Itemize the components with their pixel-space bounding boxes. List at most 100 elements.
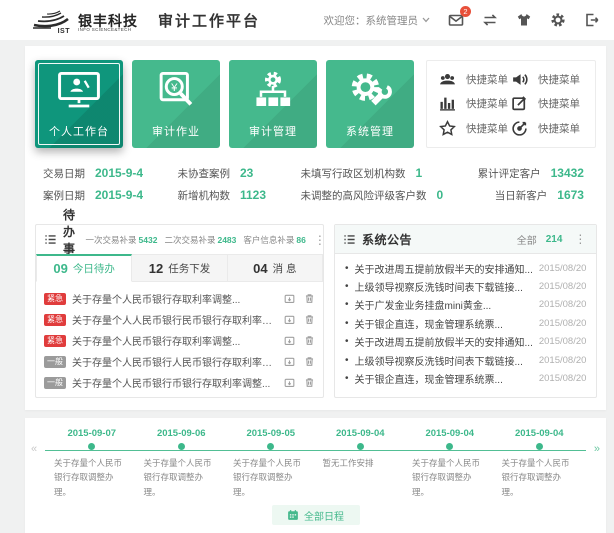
more-options-icon[interactable]: ⋮ <box>572 232 588 246</box>
event-text: 暂无工作安排 <box>323 456 399 470</box>
user-menu[interactable]: 欢迎您：系统管理员 <box>324 13 431 28</box>
todo-item-text[interactable]: 关于存量个人民币银行币银行存取利率调整... <box>72 375 278 390</box>
notice-item-text[interactable]: 关于广发金业务挂盘mini黄金... <box>355 297 533 312</box>
notice-item-date: 2015/08/20 <box>539 263 587 274</box>
todo-item-text[interactable]: 关于存量个人人民币银行民币银行存取利率调整... <box>72 312 278 327</box>
brand-logo: IST 银丰科技 INFO SCIENCE&TECH 审计工作平台 <box>30 7 260 33</box>
quick-menu-label: 快捷菜单 <box>466 121 508 136</box>
tile-audit-management[interactable]: 审计管理 <box>229 60 317 148</box>
bar-chart-icon <box>439 95 456 112</box>
quick-menu-item-users[interactable]: 快捷菜单 <box>439 71 511 88</box>
stat-group-cases: 未协查案例23 新增机构数1123 <box>177 166 266 210</box>
notice-item[interactable]: • 关于改进周五提前放假半天的安排通知... 2015/08/20 <box>345 259 586 277</box>
tile-system-management[interactable]: 系统管理 <box>326 60 414 148</box>
stat-value: 1123 <box>240 188 266 202</box>
quick-menu-item-speaker[interactable]: 快捷菜单 <box>511 71 583 88</box>
archive-icon[interactable] <box>284 293 295 304</box>
archive-icon[interactable] <box>284 314 295 325</box>
tile-audit-job[interactable]: ¥ 审计作业 <box>132 60 220 148</box>
archive-icon[interactable] <box>284 377 295 388</box>
edit-pencil-icon <box>511 95 528 112</box>
timeline-event[interactable]: 2015-09-04 关于存量个人民币银行存取调整办理。 <box>495 428 585 499</box>
stat-label: 新增机构数 <box>177 188 230 203</box>
timeline-event[interactable]: 2015-09-04 暂无工作安排 <box>316 428 406 499</box>
tile-label: 个人工作台 <box>35 123 123 139</box>
counter-secondary-entry[interactable]: 二次交易补录2483 <box>164 234 236 246</box>
tab-today-todo[interactable]: 09 今日待办 <box>36 254 132 282</box>
trash-icon[interactable] <box>304 335 315 346</box>
todo-item-text[interactable]: 关于存量个人民币银行人民币银行存取利率调整... <box>72 354 278 369</box>
swap-icon[interactable] <box>482 12 498 28</box>
todo-item[interactable]: 紧急 关于存量个人人民币银行民币银行存取利率调整... <box>44 309 315 330</box>
timeline-next-arrow[interactable]: » <box>594 443 600 455</box>
bullet-icon: • <box>345 336 349 347</box>
top-header: IST 银丰科技 INFO SCIENCE&TECH 审计工作平台 欢迎您：系统… <box>0 0 614 40</box>
trash-icon[interactable] <box>304 314 315 325</box>
timeline-event[interactable]: 2015-09-06 关于存量个人民币银行存取调整办理。 <box>137 428 227 499</box>
notice-item-text[interactable]: 关于改进周五提前放假半天的安排通知... <box>355 334 533 349</box>
timeline-line <box>45 450 586 451</box>
all-schedule-button[interactable]: 全部日程 <box>272 505 360 525</box>
event-text: 关于存量个人民币银行存取调整办理。 <box>144 456 220 499</box>
notice-item-text[interactable]: 上级领导视察反洗钱时间表下载链接... <box>355 279 533 294</box>
todo-item[interactable]: 一般 关于存量个人民币银行人民币银行存取利率调整... <box>44 351 315 372</box>
counter-customer-info[interactable]: 客户信息补录86 <box>243 234 305 246</box>
logout-icon[interactable] <box>584 12 600 28</box>
quick-menu-item-edit[interactable]: 快捷菜单 <box>511 95 583 112</box>
notice-item[interactable]: • 上级领导视察反洗钱时间表下载链接... 2015/08/20 <box>345 351 586 369</box>
all-notices-link[interactable]: 全部 <box>517 232 537 247</box>
priority-badge: 紧急 <box>44 335 66 347</box>
gear-wrench-icon <box>346 70 394 118</box>
stat-group-customers: 累计评定客户13432 当日新客户1673 <box>478 166 584 210</box>
stat-label: 未填写行政区划机构数 <box>300 166 405 181</box>
all-schedule-label: 全部日程 <box>304 508 344 523</box>
todo-item[interactable]: 紧急 关于存量个人民币银行存取利率调整... <box>44 288 315 309</box>
settings-gear-icon[interactable] <box>550 12 566 28</box>
tab-task-dispatch[interactable]: 12 任务下发 <box>132 254 227 282</box>
archive-icon[interactable] <box>284 335 295 346</box>
quick-menu-item-chart[interactable]: 快捷菜单 <box>439 95 511 112</box>
todo-item[interactable]: 一般 关于存量个人民币银行币银行存取利率调整... <box>44 372 315 393</box>
notice-item-text[interactable]: 关于银企直连，现金管理系统票... <box>355 371 533 386</box>
notice-item-text[interactable]: 关于改进周五提前放假半天的安排通知... <box>355 261 533 276</box>
all-notices-count[interactable]: 214 <box>546 234 563 245</box>
notice-item[interactable]: • 关于广发金业务挂盘mini黄金... 2015/08/20 <box>345 296 586 314</box>
archive-icon[interactable] <box>284 356 295 367</box>
theme-shirt-icon[interactable] <box>516 12 532 28</box>
todo-item[interactable]: 紧急 关于存量个人民币银行存取利率调整... <box>44 330 315 351</box>
notice-item-date: 2015/08/20 <box>539 318 587 329</box>
tab-messages[interactable]: 04 消 息 <box>228 254 323 282</box>
quick-menu-item-target[interactable]: 快捷菜单 <box>511 120 583 137</box>
stat-value: 1673 <box>557 188 584 202</box>
timeline-prev-arrow[interactable]: « <box>31 443 37 455</box>
counter-primary-entry[interactable]: 一次交易补录5432 <box>86 234 158 246</box>
star-icon <box>439 120 456 137</box>
quick-menu-item-star[interactable]: 快捷菜单 <box>439 120 511 137</box>
todo-item-text[interactable]: 关于存量个人民币银行存取利率调整... <box>72 333 278 348</box>
trash-icon[interactable] <box>304 377 315 388</box>
stat-label: 累计评定客户 <box>478 166 541 181</box>
notice-item[interactable]: • 上级领导视察反洗钱时间表下载链接... 2015/08/20 <box>345 277 586 295</box>
timeline-dot <box>88 443 95 450</box>
timeline-event[interactable]: 2015-09-07 关于存量个人民币银行存取调整办理。 <box>47 428 137 499</box>
users-group-icon <box>439 71 456 88</box>
tile-label: 系统管理 <box>326 123 414 139</box>
notice-item[interactable]: • 关于银企直连，现金管理系统票... 2015/08/20 <box>345 369 586 387</box>
todo-item-text[interactable]: 关于存量个人民币银行存取利率调整... <box>72 291 278 306</box>
trash-icon[interactable] <box>304 293 315 304</box>
target-icon <box>511 120 528 137</box>
event-date: 2015-09-05 <box>233 428 309 439</box>
notice-item-text[interactable]: 关于银企直连，现金管理系统票... <box>355 316 533 331</box>
notice-item[interactable]: • 关于银企直连，现金管理系统票... 2015/08/20 <box>345 314 586 332</box>
audit-magnifier-yuan-icon: ¥ <box>152 70 200 118</box>
notice-item-text[interactable]: 上级领导视察反洗钱时间表下载链接... <box>355 353 533 368</box>
more-options-icon[interactable]: ⋮ <box>312 233 328 247</box>
tile-personal-workbench[interactable]: 个人工作台 <box>35 60 123 148</box>
notice-item[interactable]: • 关于改进周五提前放假半天的安排通知... 2015/08/20 <box>345 333 586 351</box>
dashboard-card: 个人工作台 ¥ 审计作业 <box>25 46 606 410</box>
timeline-event[interactable]: 2015-09-05 关于存量个人民币银行存取调整办理。 <box>226 428 316 499</box>
trash-icon[interactable] <box>304 356 315 367</box>
timeline-event[interactable]: 2015-09-04 关于存量个人民币银行存取调整办理。 <box>405 428 495 499</box>
message-icon[interactable]: 2 <box>448 12 464 28</box>
notice-item-date: 2015/08/20 <box>539 373 587 384</box>
